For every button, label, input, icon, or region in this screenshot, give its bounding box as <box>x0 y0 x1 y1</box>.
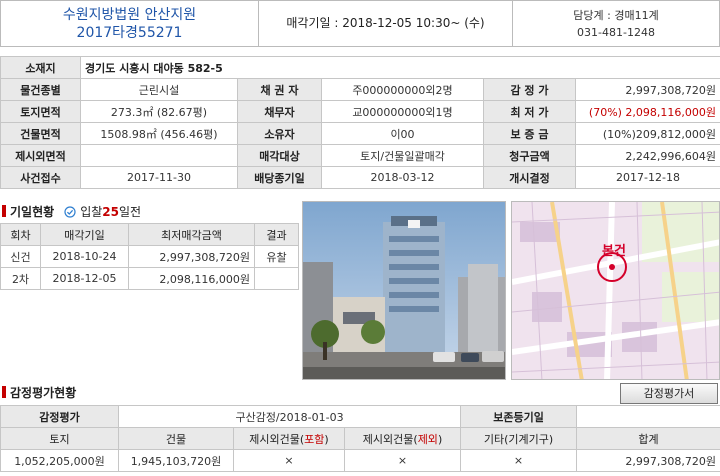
map-image <box>512 202 719 379</box>
field-label: 채무자 <box>237 100 322 123</box>
column-header: 합계 <box>576 427 720 450</box>
column-header: 결과 <box>254 223 299 246</box>
extra-building-included: × <box>233 449 345 472</box>
field-value: 2017-12-18 <box>574 166 720 189</box>
table-row: 신건 2018-10-24 2,997,308,720원 유찰 <box>0 245 299 268</box>
field-label: 채 권 자 <box>237 78 322 101</box>
date-cell: 2018-12-05 <box>40 267 129 290</box>
bidding-history-table: 회차 매각기일 최저매각금액 결과 신건 2018-10-24 2,997,30… <box>0 223 299 290</box>
table-row: 사건접수 2017-11-30 배당종기일 2018-03-12 개시결정 20… <box>0 166 720 189</box>
column-header: 토지 <box>0 427 119 450</box>
dept-label: 담당계 : 경매11계 <box>573 9 659 22</box>
court-name: 수원지방법원 안산지원 <box>62 7 197 23</box>
table-row: 물건종별 근린시설 채 권 자 주000000000외2명 감 정 가 2,99… <box>0 78 720 101</box>
price-cell: 2,098,116,000원 <box>128 267 255 290</box>
round-cell: 2차 <box>0 267 41 290</box>
field-value <box>80 144 238 167</box>
field-value: 토지/건물일괄매각 <box>321 144 484 167</box>
history-section-title: 기일현황 입찰25일전 <box>2 203 141 220</box>
field-label: 물건종별 <box>0 78 81 101</box>
minimum-price-value: (70%) 2,098,116,000원 <box>574 100 720 123</box>
check-circle-icon <box>64 206 76 218</box>
field-value: 2017-11-30 <box>80 166 238 189</box>
field-label: 보존등기일 <box>460 405 578 428</box>
appraisal-table: 감정평가 구산감정/2018-01-03 보존등기일 토지 건물 제시외건물(포… <box>0 405 720 472</box>
court-block: 수원지방법원 안산지원 2017타경55271 <box>1 1 259 46</box>
building-value: 1,945,103,720원 <box>118 449 234 472</box>
map-marker-label: 본건 <box>602 244 626 259</box>
field-label: 제시외면적 <box>0 144 81 167</box>
contact-block: 담당계 : 경매11계 031-481-1248 <box>513 1 719 46</box>
table-header-row: 토지 건물 제시외건물(포함) 제시외건물(제외) 기타(기계기구) 합계 <box>0 427 720 450</box>
column-header: 기타(기계기구) <box>460 427 578 450</box>
table-row: 2차 2018-12-05 2,098,116,000원 <box>0 267 299 290</box>
round-cell: 신건 <box>0 245 41 268</box>
field-label: 최 저 가 <box>483 100 576 123</box>
section-marker-icon <box>2 386 6 398</box>
column-header: 최저매각금액 <box>128 223 255 246</box>
field-value: 근린시설 <box>80 78 238 101</box>
field-value: 교000000000외1명 <box>321 100 484 123</box>
column-header: 회차 <box>0 223 41 246</box>
building-photo-image <box>303 202 505 379</box>
table-header-row: 회차 매각기일 최저매각금액 결과 <box>0 223 299 246</box>
extra-building-excluded: × <box>343 449 462 472</box>
phone-number: 031-481-1248 <box>577 26 655 39</box>
land-value: 1,052,205,000원 <box>0 449 119 472</box>
field-label: 소유자 <box>237 122 322 145</box>
case-header: 수원지방법원 안산지원 2017타경55271 매각기일 : 2018-12-0… <box>0 0 720 47</box>
table-row: 1,052,205,000원 1,945,103,720원 × × × 2,99… <box>0 449 720 472</box>
case-number: 2017타경55271 <box>76 25 183 41</box>
field-label: 배당종기일 <box>237 166 322 189</box>
field-value <box>576 405 720 428</box>
field-label: 사건접수 <box>0 166 81 189</box>
column-header: 매각기일 <box>40 223 129 246</box>
other-value: × <box>460 449 578 472</box>
column-header: 제시외건물(포함) <box>233 427 345 450</box>
field-label: 건물면적 <box>0 122 81 145</box>
price-cell: 2,997,308,720원 <box>128 245 255 268</box>
appraisal-report-button[interactable]: 감정평가서 <box>620 383 718 404</box>
column-header: 건물 <box>118 427 234 450</box>
table-row: 감정평가 구산감정/2018-01-03 보존등기일 <box>0 405 720 428</box>
column-header: 제시외건물(제외) <box>343 427 462 450</box>
field-value: 이00 <box>321 122 484 145</box>
table-row: 제시외면적 매각대상 토지/건물일괄매각 청구금액 2,242,996,604원 <box>0 144 720 167</box>
result-cell <box>254 267 299 290</box>
field-label: 청구금액 <box>483 144 576 167</box>
total-value: 2,997,308,720원 <box>576 449 720 472</box>
address-label: 소재지 <box>0 56 81 79</box>
appraisal-value: 2,997,308,720원 <box>574 78 720 101</box>
result-cell: 유찰 <box>254 245 299 268</box>
field-label: 감 정 가 <box>483 78 576 101</box>
appraiser-value: 구산감정/2018-01-03 <box>117 405 462 428</box>
address-value: 경기도 시흥시 대야동 582-5 <box>79 56 720 79</box>
field-value: 273.3㎡ (82.67평) <box>80 100 238 123</box>
auction-date: 매각기일 : 2018-12-05 10:30~ (수) <box>259 1 513 46</box>
field-label: 개시결정 <box>483 166 576 189</box>
field-value: 1508.98㎡ (456.46평) <box>80 122 238 145</box>
field-value: 2018-03-12 <box>321 166 484 189</box>
date-cell: 2018-10-24 <box>40 245 129 268</box>
field-label: 토지면적 <box>0 100 81 123</box>
field-value: 주000000000외2명 <box>321 78 484 101</box>
property-info-table: 소재지 경기도 시흥시 대야동 582-5 물건종별 근린시설 채 권 자 주0… <box>0 56 720 189</box>
section-marker-icon <box>2 205 6 217</box>
field-label: 감정평가 <box>0 405 119 428</box>
bid-countdown-badge: 입찰25일전 <box>64 205 141 219</box>
location-map[interactable]: 본건 <box>511 201 720 380</box>
table-row: 건물면적 1508.98㎡ (456.46평) 소유자 이00 보 증 금 (1… <box>0 122 720 145</box>
field-label: 매각대상 <box>237 144 322 167</box>
table-row: 소재지 경기도 시흥시 대야동 582-5 <box>0 56 720 79</box>
deposit-value: (10%)209,812,000원 <box>574 122 720 145</box>
claim-value: 2,242,996,604원 <box>574 144 720 167</box>
appraisal-section-title: 감정평가현황 <box>2 384 76 401</box>
table-row: 토지면적 273.3㎡ (82.67평) 채무자 교000000000외1명 최… <box>0 100 720 123</box>
field-label: 보 증 금 <box>483 122 576 145</box>
property-photo[interactable] <box>302 201 506 380</box>
